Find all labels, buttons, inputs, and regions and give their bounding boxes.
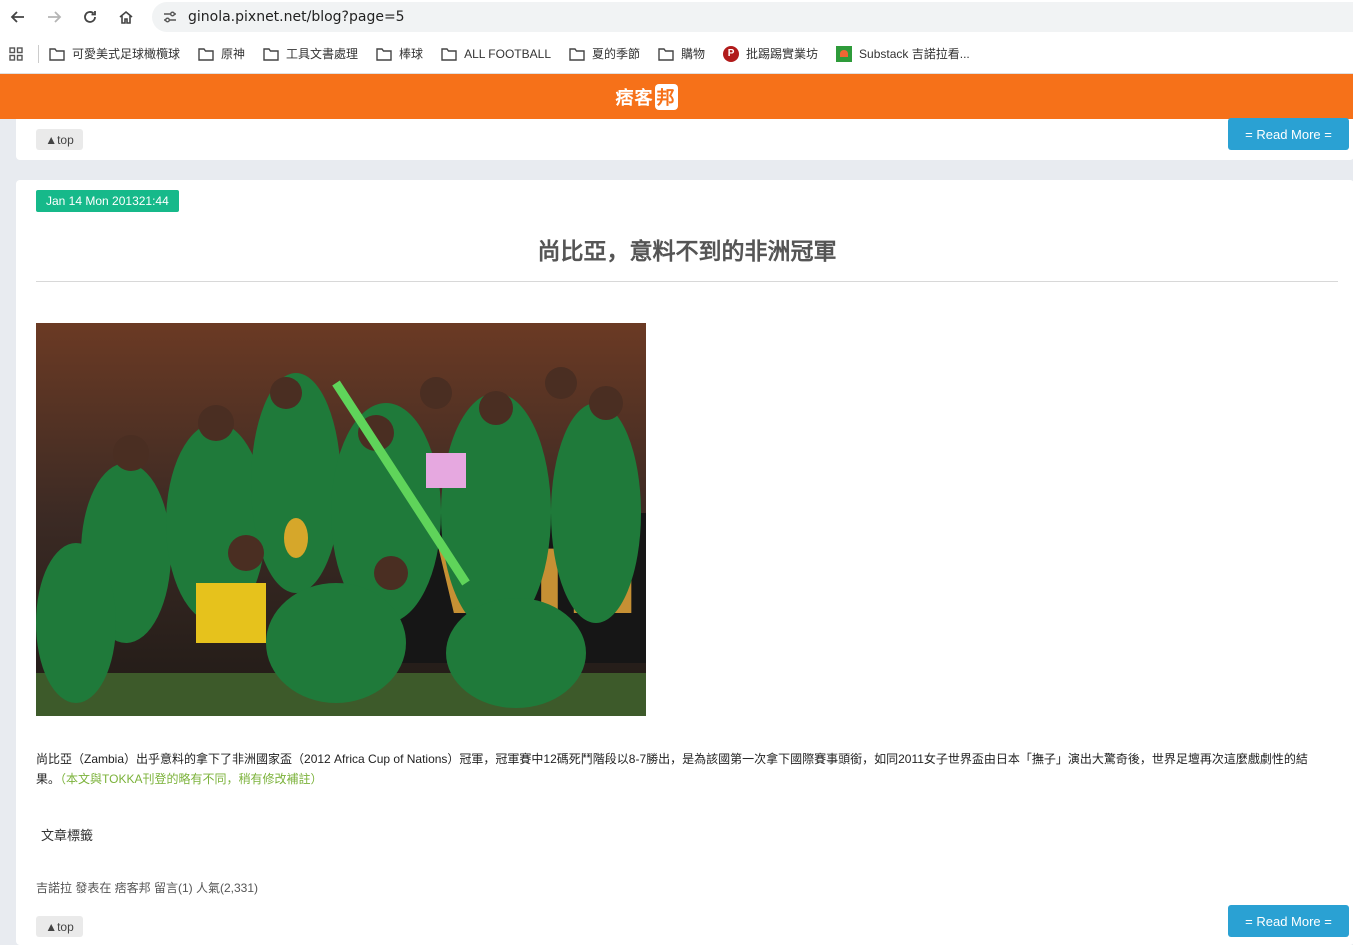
post-note-close: ）: [310, 772, 323, 786]
folder-icon: [376, 47, 392, 61]
browser-toolbar: ginola.pixnet.net/blog?page=5: [0, 0, 1353, 34]
post-date-badge: Jan 14 Mon 201321:44: [36, 190, 179, 212]
reload-button[interactable]: [72, 0, 108, 34]
previous-post-footer: ▲top = Read More =: [16, 118, 1353, 160]
reload-icon: [84, 11, 96, 23]
bookmark-link[interactable]: P 批踢踢實業坊: [723, 45, 818, 62]
bookmark-folder[interactable]: 購物: [658, 45, 705, 62]
bookmark-label: 原神: [221, 47, 246, 61]
read-more-button[interactable]: = Read More =: [1228, 905, 1349, 937]
logo-box: 邦: [654, 83, 678, 110]
forward-button[interactable]: [36, 0, 72, 34]
bookmark-label: 夏的季節: [592, 47, 641, 61]
forward-arrow-icon: [48, 11, 62, 23]
back-button[interactable]: [0, 0, 36, 34]
back-to-top-button[interactable]: ▲top: [36, 916, 83, 937]
bookmark-link[interactable]: Substack 吉諾拉看...: [836, 45, 970, 62]
bookmark-folder[interactable]: 工具文書處理: [263, 45, 358, 62]
bookmarks-divider: [38, 44, 39, 63]
address-bar[interactable]: ginola.pixnet.net/blog?page=5: [152, 2, 1353, 32]
folder-icon: [658, 47, 674, 61]
bookmark-label: 工具文書處理: [286, 47, 359, 61]
pixnet-icon: P: [723, 45, 740, 62]
bookmark-folder[interactable]: 棒球: [376, 45, 423, 62]
bookmark-folder[interactable]: 可愛美式足球橄欖球: [49, 45, 180, 62]
read-more-button[interactable]: = Read More =: [1228, 118, 1349, 150]
bookmark-label: 購物: [681, 47, 706, 61]
bookmark-folder[interactable]: 原神: [198, 45, 245, 62]
folder-icon: [198, 47, 214, 61]
home-icon: [119, 10, 133, 24]
folder-icon: [263, 47, 279, 61]
post-tags-label: 文章標籤: [41, 828, 94, 843]
folder-icon: [441, 47, 457, 61]
bookmark-label: 可愛美式足球橄欖球: [72, 47, 181, 61]
bookmark-label: ALL FOOTBALL: [464, 46, 551, 61]
bookmark-folder[interactable]: ALL FOOTBALL: [441, 47, 551, 61]
apps-grid-icon[interactable]: [0, 46, 32, 61]
post-note[interactable]: 本文與TOKKA刊登的略有不同，稍有修改補註: [66, 772, 310, 786]
bookmarks-bar: 可愛美式足球橄欖球 原神 工具文書處理 棒球 ALL FOOTBALL 夏的季節…: [0, 34, 1353, 74]
post-meta[interactable]: 吉諾拉 發表在 痞客邦 留言(1) 人氣(2,331): [36, 879, 258, 896]
post-excerpt: 尚比亞（Zambia）出乎意料的拿下了非洲國家盃（2012 Africa Cup…: [36, 749, 1326, 789]
site-logo[interactable]: 痞客邦: [615, 83, 678, 110]
site-header: 痞客邦: [0, 74, 1353, 119]
home-button[interactable]: [108, 0, 144, 34]
folder-icon: [49, 47, 65, 61]
bookmark-folder[interactable]: 夏的季節: [569, 45, 640, 62]
folder-icon: [569, 47, 585, 61]
substack-icon: [836, 45, 853, 62]
bookmark-label: 批踢踢實業坊: [746, 47, 819, 61]
post-card: Jan 14 Mon 201321:44 尚比亞，意料不到的非洲冠軍 WIN: [16, 180, 1353, 945]
team-celebration-image: WIN: [36, 323, 646, 716]
back-arrow-icon: [10, 11, 24, 23]
post-title[interactable]: 尚比亞，意料不到的非洲冠軍: [36, 232, 1338, 266]
title-divider: [36, 281, 1338, 282]
post-photo[interactable]: WIN: [36, 323, 646, 716]
url-text[interactable]: ginola.pixnet.net/blog?page=5: [188, 9, 405, 25]
site-settings-icon[interactable]: [152, 9, 188, 25]
bookmark-label: Substack 吉諾拉看...: [859, 47, 970, 61]
back-to-top-button[interactable]: ▲top: [36, 129, 83, 150]
logo-text: 痞客: [615, 87, 654, 109]
bookmark-label: 棒球: [399, 47, 424, 61]
